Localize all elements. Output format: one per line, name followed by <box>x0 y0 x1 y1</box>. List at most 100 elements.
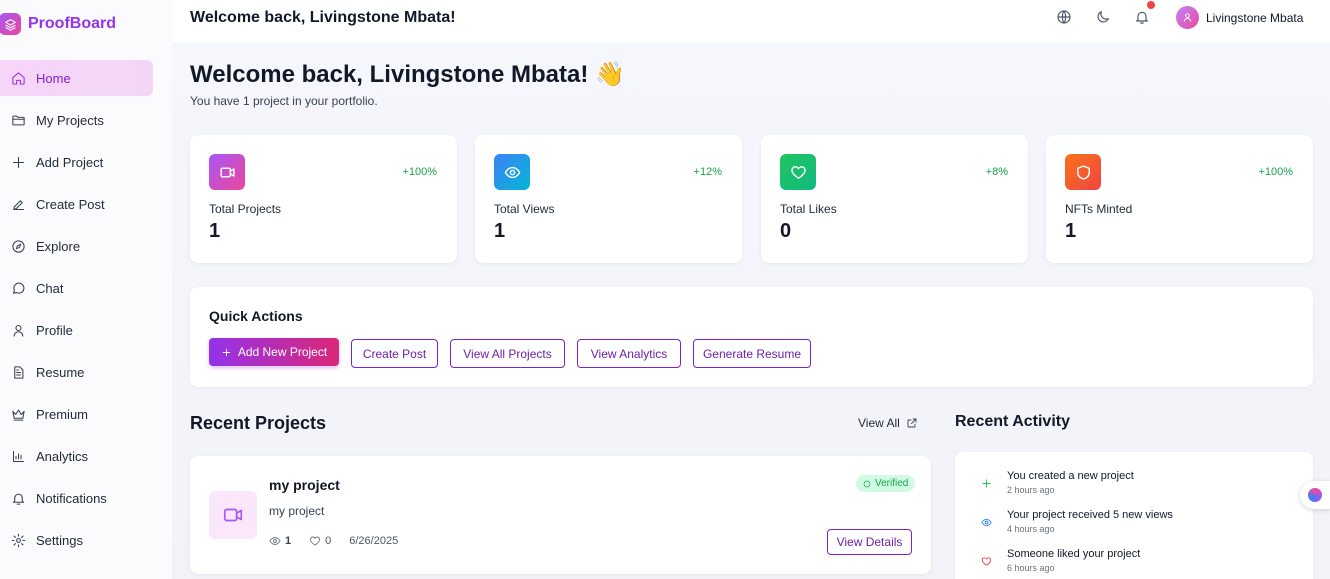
stat-value: 1 <box>209 220 221 242</box>
moon-icon[interactable] <box>1095 9 1113 27</box>
add-new-project-button[interactable]: Add New Project <box>209 338 339 366</box>
create-post-button[interactable]: Create Post <box>351 339 438 368</box>
sidebar-item-label: Explore <box>36 238 81 254</box>
sidebar-item-resume[interactable]: Resume <box>0 354 153 390</box>
eye-icon <box>975 511 997 533</box>
globe-icon[interactable] <box>1056 9 1074 27</box>
stat-card-total-views: +12% Total Views 1 <box>475 135 742 263</box>
compass-icon <box>10 238 26 254</box>
bell-icon[interactable] <box>1134 1 1155 27</box>
activity-text: Your project received 5 new views <box>1007 509 1173 521</box>
stat-card-total-projects: +100% Total Projects 1 <box>190 135 457 263</box>
stat-change: +8% <box>985 166 1008 178</box>
activity-text: Someone liked your project <box>1007 548 1141 560</box>
sidebar-item-my-projects[interactable]: My Projects <box>0 102 153 138</box>
sidebar-item-label: Settings <box>36 532 83 548</box>
gear-icon <box>10 532 26 548</box>
stat-change: +12% <box>693 166 722 178</box>
sidebar-item-label: Profile <box>36 322 73 338</box>
plus-icon <box>975 472 997 494</box>
stat-card-nfts-minted: +100% NFTs Minted 1 <box>1046 135 1313 263</box>
eye-icon <box>494 154 530 190</box>
user-icon <box>10 322 26 338</box>
video-icon <box>209 154 245 190</box>
project-description: my project <box>269 504 325 518</box>
video-icon <box>209 491 257 539</box>
pen-icon <box>10 196 26 212</box>
sidebar-nav: Home My Projects Add Project Create Post… <box>0 60 153 564</box>
project-card[interactable]: my project my project 1 0 6/26/2025 Veri… <box>190 456 931 574</box>
sidebar-item-label: Notifications <box>36 490 107 506</box>
stat-label: Total Likes <box>780 202 837 216</box>
plus-icon <box>10 154 26 170</box>
view-analytics-button[interactable]: View Analytics <box>577 339 681 368</box>
sidebar-item-label: Analytics <box>36 448 89 464</box>
stat-card-total-likes: +8% Total Likes 0 <box>761 135 1028 263</box>
sidebar-item-label: Chat <box>36 280 64 296</box>
project-meta: 1 0 6/26/2025 <box>269 535 398 547</box>
recent-projects-title: Recent Projects <box>190 413 327 433</box>
shield-icon <box>1065 154 1101 190</box>
view-all-link[interactable]: View All <box>858 416 918 430</box>
check-circle-icon <box>863 480 871 487</box>
top-bar: Welcome back, Livingstone Mbata! Livings… <box>172 0 1330 42</box>
layers-logo-icon <box>0 13 21 35</box>
stat-label: NFTs Minted <box>1065 202 1133 216</box>
button-label: Add New Project <box>237 345 328 359</box>
stat-change: +100% <box>402 166 437 178</box>
view-all-label: View All <box>858 416 900 430</box>
project-likes: 0 <box>325 535 332 547</box>
verified-badge: Verified <box>856 475 916 492</box>
sidebar: ProofBoard Home My Projects Add Project … <box>0 0 172 579</box>
recent-activity-panel: You created a new project 2 hours ago Yo… <box>955 452 1313 579</box>
sidebar-item-create-post[interactable]: Create Post <box>0 186 153 222</box>
activity-text: You created a new project <box>1007 470 1134 482</box>
brand-name: ProofBoard <box>28 15 116 32</box>
welcome-subtitle: You have 1 project in your portfolio. <box>190 94 378 108</box>
activity-time: 4 hours ago <box>1007 524 1055 534</box>
stat-change: +100% <box>1258 166 1293 178</box>
external-link-icon <box>907 418 917 428</box>
project-title: my project <box>269 477 340 493</box>
bell-icon <box>10 490 26 506</box>
page-title: Welcome back, Livingstone Mbata! <box>190 9 456 26</box>
main-content: Welcome back, Livingstone Mbata! 👋 You h… <box>172 42 1330 579</box>
heart-icon <box>780 154 816 190</box>
sidebar-item-settings[interactable]: Settings <box>0 522 153 558</box>
activity-time: 6 hours ago <box>1007 563 1055 573</box>
sidebar-item-profile[interactable]: Profile <box>0 312 153 348</box>
sidebar-item-home[interactable]: Home <box>0 60 153 96</box>
heart-icon <box>310 536 321 546</box>
user-menu[interactable]: Livingstone Mbata <box>1176 6 1303 29</box>
stat-label: Total Views <box>494 202 555 216</box>
user-name: Livingstone Mbata <box>1206 10 1304 25</box>
view-all-projects-button[interactable]: View All Projects <box>450 339 565 368</box>
stat-value: 0 <box>780 220 792 242</box>
assistant-floating-button[interactable] <box>1300 481 1330 509</box>
sidebar-item-explore[interactable]: Explore <box>0 228 153 264</box>
activity-time: 2 hours ago <box>1007 485 1055 495</box>
folder-icon <box>10 112 26 128</box>
sidebar-item-label: My Projects <box>36 112 104 128</box>
chat-icon <box>10 280 26 296</box>
project-date: 6/26/2025 <box>349 535 399 547</box>
bar-chart-icon <box>10 448 26 464</box>
sidebar-item-label: Premium <box>36 406 89 422</box>
quick-actions-panel: Quick Actions Add New Project Create Pos… <box>190 287 1313 387</box>
sidebar-item-label: Home <box>36 70 71 86</box>
generate-resume-button[interactable]: Generate Resume <box>693 339 811 368</box>
sidebar-item-chat[interactable]: Chat <box>0 270 153 306</box>
sidebar-item-notifications[interactable]: Notifications <box>0 480 153 516</box>
brand[interactable]: ProofBoard <box>0 12 116 36</box>
sidebar-item-premium[interactable]: Premium <box>0 396 153 432</box>
home-icon <box>10 70 26 86</box>
sidebar-item-add-project[interactable]: Add Project <box>0 144 153 180</box>
document-icon <box>10 364 26 380</box>
heart-icon <box>975 550 997 572</box>
sidebar-item-analytics[interactable]: Analytics <box>0 438 153 474</box>
quick-actions-title: Quick Actions <box>209 308 303 324</box>
badge-label: Verified <box>875 478 909 489</box>
view-details-button[interactable]: View Details <box>827 529 912 555</box>
sidebar-item-label: Resume <box>36 364 85 380</box>
recent-activity-title: Recent Activity <box>955 413 1070 430</box>
